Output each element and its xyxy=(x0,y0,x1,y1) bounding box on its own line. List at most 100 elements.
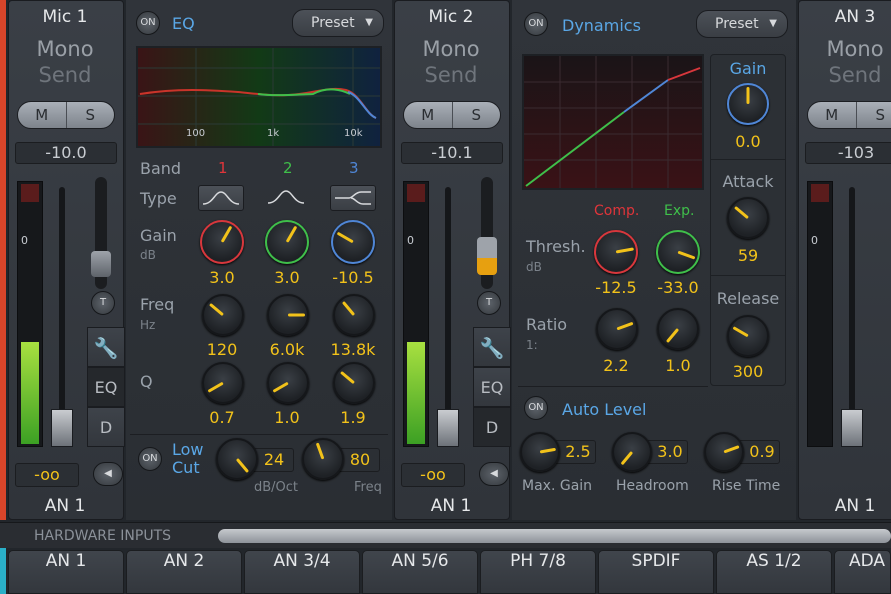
hw-tab-an1[interactable]: AN 1 xyxy=(8,550,124,594)
lowcut-freq-knob[interactable] xyxy=(302,438,344,480)
dynamics-on-button[interactable]: ON xyxy=(524,12,548,36)
band-2-q-knob[interactable] xyxy=(267,362,309,404)
hw-tab-ph78[interactable]: PH 7/8 xyxy=(480,550,596,594)
solo-button[interactable]: S xyxy=(67,102,115,128)
freq-tick: 100 xyxy=(186,128,206,139)
lowcut-label-line1: Low xyxy=(172,440,204,459)
band-1-gain-knob[interactable] xyxy=(200,220,244,264)
channel-strip-mic1: Mic 1 Mono Send M S -10.0 0 T 🔧 EQ D -oo… xyxy=(8,0,125,520)
band-3-freq-value: 13.8k xyxy=(330,340,376,359)
channel-name[interactable]: Mic 2 xyxy=(395,7,507,27)
eq-preset-button[interactable]: Preset ▼ xyxy=(292,9,384,37)
thresh-comp-knob[interactable] xyxy=(594,230,638,274)
band-2-type-bell-icon[interactable] xyxy=(264,185,310,211)
talkback-button[interactable]: T xyxy=(477,291,501,315)
mute-button[interactable]: M xyxy=(18,102,67,128)
wrench-icon: 🔧 xyxy=(93,336,119,360)
lowcut-freq-unit: Freq xyxy=(354,480,382,495)
band-3-q-value: 1.9 xyxy=(340,408,366,427)
thresh-exp-knob[interactable] xyxy=(656,230,700,274)
band-2-gain-knob[interactable] xyxy=(265,220,309,264)
gain-value[interactable]: -103 xyxy=(805,142,891,164)
eq-graph[interactable]: 100 1k 10k xyxy=(136,46,382,148)
ratio-label: Ratio xyxy=(526,315,568,334)
headroom-knob[interactable] xyxy=(612,432,652,472)
fader-handle[interactable] xyxy=(841,409,863,447)
gain-knob[interactable] xyxy=(727,83,769,125)
hw-tab-an56[interactable]: AN 5/6 xyxy=(362,550,478,594)
headroom-label: Headroom xyxy=(616,478,689,494)
dynamics-graph[interactable] xyxy=(522,54,704,190)
rise-time-value: 0.9 xyxy=(749,442,775,461)
mute-button[interactable]: M xyxy=(404,102,453,128)
release-value: 300 xyxy=(732,362,764,381)
autolevel-on-button[interactable]: ON xyxy=(524,396,548,420)
trim-handle[interactable] xyxy=(477,237,497,275)
talkback-button[interactable]: T xyxy=(91,291,115,315)
band-3-gain-value: -10.5 xyxy=(332,268,374,287)
fader-handle[interactable] xyxy=(437,409,459,447)
channel-input[interactable]: AN 1 xyxy=(799,496,891,516)
ratio-comp-knob[interactable] xyxy=(596,308,638,350)
attack-value: 59 xyxy=(737,246,759,265)
fader-track[interactable] xyxy=(849,187,855,447)
mute-solo-group: M S xyxy=(807,101,891,129)
band-3-freq-knob[interactable] xyxy=(333,294,375,336)
hw-tab-ada[interactable]: ADA xyxy=(834,550,891,594)
release-knob[interactable] xyxy=(727,315,769,357)
horizontal-scrollbar[interactable] xyxy=(218,529,891,543)
channel-name[interactable]: Mic 1 xyxy=(9,7,121,27)
trim-handle[interactable] xyxy=(91,251,111,277)
dynamics-preset-button[interactable]: Preset ▼ xyxy=(696,10,788,38)
fader-handle[interactable] xyxy=(51,409,73,447)
lowcut-slope-knob[interactable] xyxy=(216,438,258,480)
dynamics-tab[interactable]: D xyxy=(473,407,511,447)
hw-tab-an2[interactable]: AN 2 xyxy=(126,550,242,594)
dynamics-right-panel: Gain 0.0 Attack 59 Release 300 xyxy=(710,54,786,386)
eq-on-button[interactable]: ON xyxy=(136,11,160,35)
gain-value[interactable]: -10.1 xyxy=(401,142,503,164)
lowcut-on-button[interactable]: ON xyxy=(138,447,162,471)
solo-button[interactable]: S xyxy=(453,102,501,128)
gain-label: Gain xyxy=(729,59,767,78)
settings-tab[interactable]: 🔧 xyxy=(473,327,511,367)
collapse-arrow-icon[interactable]: ◀ xyxy=(93,462,123,486)
thresh-label: Thresh. xyxy=(526,237,586,256)
hardware-inputs-bar: HARDWARE INPUTS xyxy=(0,522,891,548)
hw-tab-spdif[interactable]: SPDIF xyxy=(598,550,714,594)
hw-tab-an34[interactable]: AN 3/4 xyxy=(244,550,360,594)
eq-panel: ON EQ Preset ▼ 100 1k 10k Band 1 2 3 Typ… xyxy=(126,0,392,520)
channel-input[interactable]: AN 1 xyxy=(9,496,121,516)
fader-track[interactable] xyxy=(445,187,451,447)
dynamics-title: Dynamics xyxy=(562,16,641,35)
settings-tab[interactable]: 🔧 xyxy=(87,327,125,367)
wrench-icon: 🔧 xyxy=(479,336,505,360)
channel-input[interactable]: AN 1 xyxy=(395,496,507,516)
gain-value[interactable]: -10.0 xyxy=(15,142,117,164)
eq-title: EQ xyxy=(172,14,195,33)
mute-solo-group: M S xyxy=(17,101,115,129)
collapse-arrow-icon[interactable]: ◀ xyxy=(479,462,509,486)
channel-mode: Mono xyxy=(36,37,94,61)
band-3-type-shelf-icon[interactable] xyxy=(330,185,376,211)
band-1-freq-knob[interactable] xyxy=(202,294,244,336)
rise-time-knob[interactable] xyxy=(704,432,744,472)
channel-name[interactable]: AN 3 xyxy=(799,7,891,27)
freq-tick: 1k xyxy=(267,128,280,139)
fader-track[interactable] xyxy=(59,187,65,447)
max-gain-knob[interactable] xyxy=(520,432,560,472)
band-2-freq-knob[interactable] xyxy=(267,294,309,336)
band-3-q-knob[interactable] xyxy=(333,362,375,404)
mute-button[interactable]: M xyxy=(808,102,857,128)
band-1-q-knob[interactable] xyxy=(202,362,244,404)
attack-knob[interactable] xyxy=(727,197,769,239)
eq-tab[interactable]: EQ xyxy=(473,367,511,407)
dynamics-tab[interactable]: D xyxy=(87,407,125,447)
divider xyxy=(518,386,708,387)
ratio-exp-knob[interactable] xyxy=(657,308,699,350)
eq-tab[interactable]: EQ xyxy=(87,367,125,407)
band-3-gain-knob[interactable] xyxy=(331,220,375,264)
band-1-type-bell-icon[interactable] xyxy=(198,185,244,211)
hw-tab-as12[interactable]: AS 1/2 xyxy=(716,550,832,594)
solo-button[interactable]: S xyxy=(857,102,891,128)
